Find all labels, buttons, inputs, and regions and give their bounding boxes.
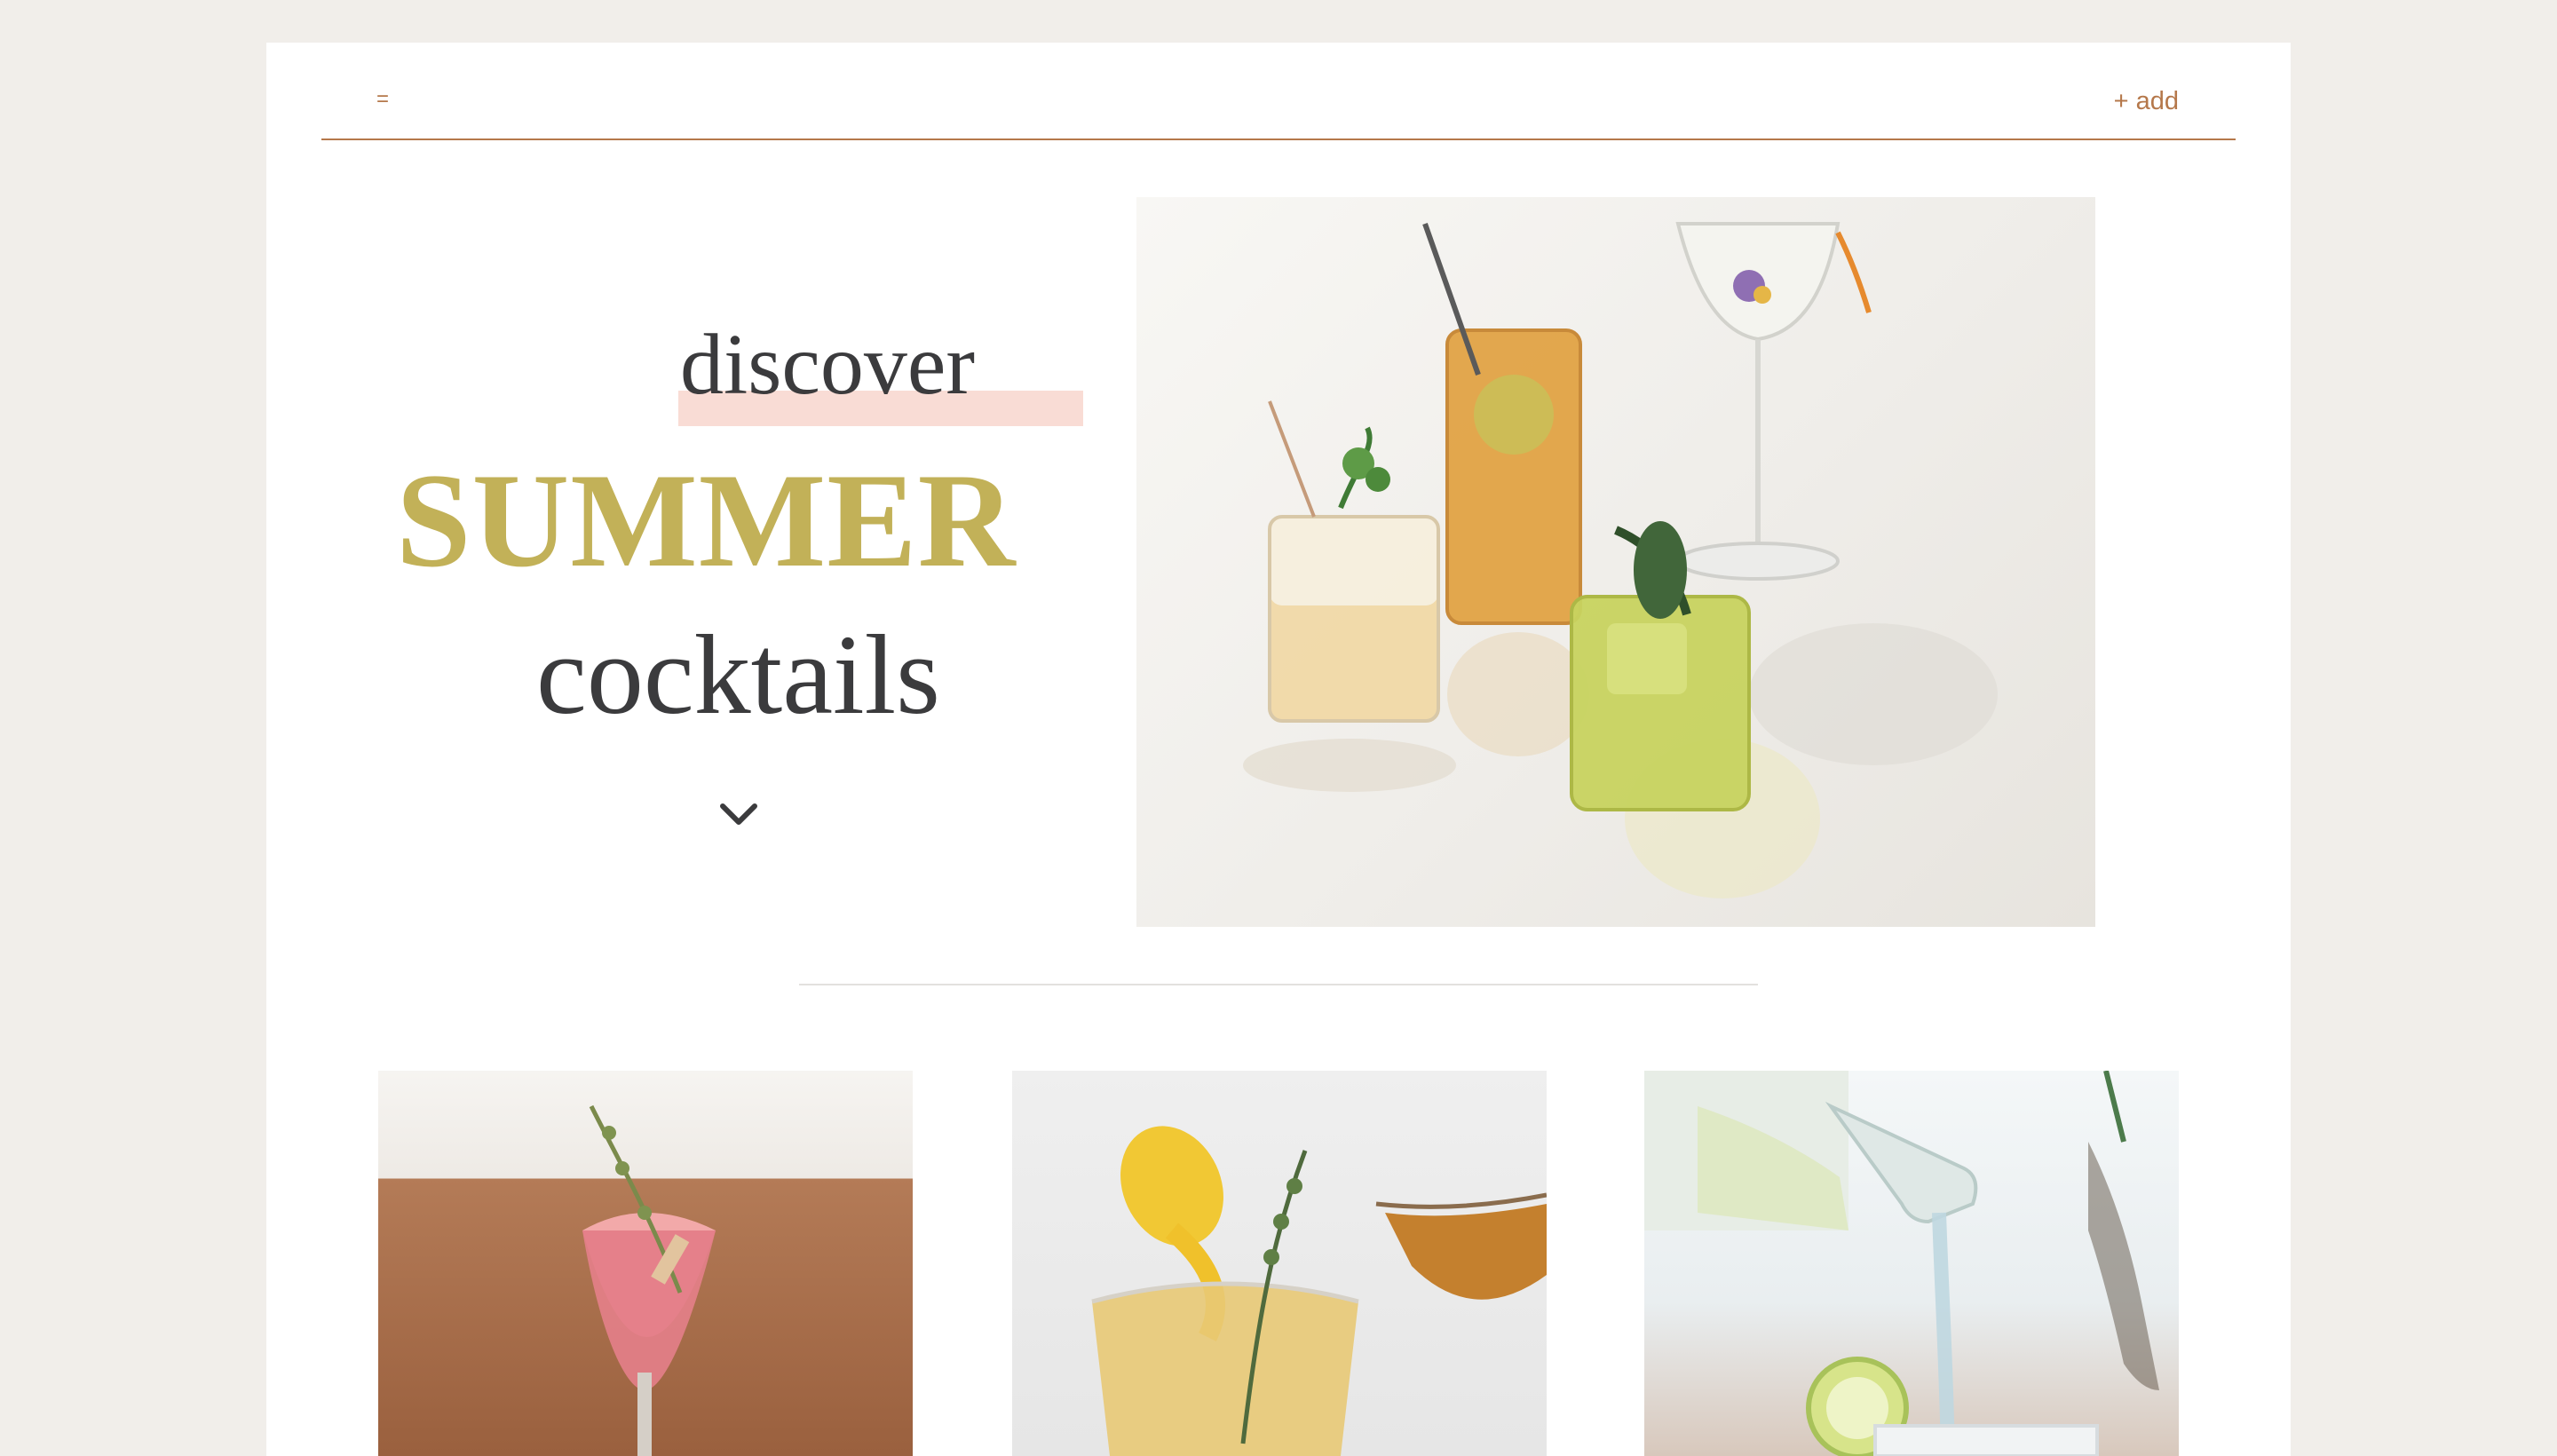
hero-line-cocktails: cocktails	[536, 612, 940, 738]
hero-line-summer: SUMMER	[396, 446, 1017, 595]
chevron-down-icon[interactable]	[716, 799, 762, 831]
cocktail-card-sparkling[interactable]	[1644, 1071, 2179, 1456]
hero-line-discover: discover	[680, 317, 975, 413]
section-divider	[799, 984, 1758, 985]
cocktail-card-pink[interactable]	[378, 1071, 913, 1456]
hero-cocktails-image	[1136, 197, 2095, 927]
hero-heading: discover SUMMER cocktails	[266, 43, 1119, 930]
page-card: = + add discover SUMMER cocktails	[266, 43, 2291, 1456]
cocktail-card-lemon[interactable]	[1012, 1071, 1547, 1456]
add-button[interactable]: + add	[2114, 87, 2179, 116]
